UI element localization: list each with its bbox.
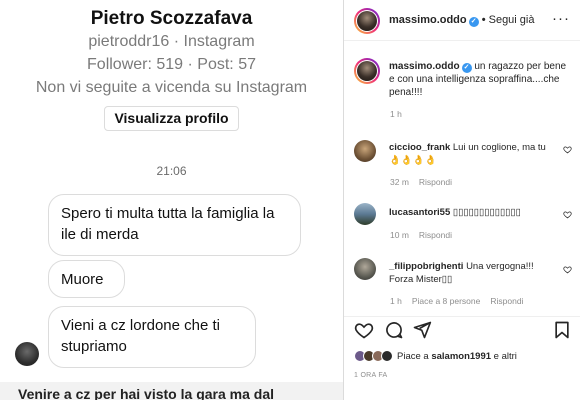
comment-meta: 32 m Rispondi	[390, 177, 462, 187]
caption-time: 1 h	[390, 109, 402, 119]
comment: lucasantori55 ▯▯▯▯▯▯▯▯▯▯▯▯▯	[389, 206, 559, 219]
author-username[interactable]: massimo.oddo	[389, 14, 467, 26]
following-button[interactable]: Segui già	[489, 14, 535, 26]
reply-button[interactable]: Rispondi	[419, 230, 452, 240]
more-options-icon[interactable]: ···	[552, 10, 570, 27]
comment-text: ▯▯▯▯▯▯▯▯▯▯▯▯▯	[452, 207, 521, 218]
caption-avatar[interactable]	[354, 58, 380, 84]
post-panel: massimo.oddo ✓ • Segui già ··· massimo.od…	[344, 0, 580, 400]
chat-profile-relation: Non vi seguite a vicenda su Instagram	[35, 79, 308, 96]
like-comment-icon[interactable]	[563, 210, 572, 219]
comment-username[interactable]: _filippobrighenti	[389, 261, 463, 272]
likes-prefix: Piace a	[397, 351, 432, 362]
comment-icon[interactable]	[384, 320, 404, 340]
post-date: 1 ORA FA	[354, 372, 388, 379]
author-avatar[interactable]	[354, 8, 380, 34]
reply-button[interactable]: Rispondi	[419, 177, 452, 187]
post-header: massimo.oddo ✓ • Segui già ···	[344, 0, 580, 41]
like-comment-icon[interactable]	[563, 145, 572, 154]
chat-profile-name: Pietro Scozzafava	[90, 8, 253, 29]
sender-avatar	[15, 342, 39, 366]
comment-avatar[interactable]	[354, 203, 376, 225]
view-profile-button[interactable]: Visualizza profilo	[104, 106, 239, 131]
comment-time: 10 m	[390, 230, 409, 240]
message-bubble: Spero ti multa tutta la famiglia la ile …	[48, 194, 301, 256]
share-icon[interactable]	[412, 320, 432, 340]
header-separator: •	[481, 14, 486, 26]
post-author: massimo.oddo ✓ • Segui già	[389, 14, 534, 27]
comment-time: 1 h	[390, 296, 402, 306]
cut-message-text: Venire a cz per hai visto la gara ma dal	[18, 386, 275, 400]
verified-badge-icon: ✓	[468, 17, 479, 27]
likes-suffix: e altri	[491, 351, 517, 362]
comment-meta: 10 m Rispondi	[390, 230, 462, 240]
like-heart-icon[interactable]	[354, 320, 374, 340]
message-bubble: Muore	[48, 260, 125, 298]
comment-likes[interactable]: Piace a 8 persone	[412, 296, 481, 306]
comment: ciccioo_frank Lui un coglione, ma tu 👌👌👌…	[389, 141, 559, 167]
comment-time: 32 m	[390, 177, 409, 187]
like-comment-icon[interactable]	[563, 265, 572, 274]
likes-user[interactable]: salamon1991	[431, 351, 491, 362]
reply-button[interactable]: Rispondi	[490, 296, 523, 306]
chat-profile-stats: Follower: 519 · Post: 57	[87, 56, 256, 73]
comment-meta: 1 h Piace a 8 persone Rispondi	[390, 296, 533, 306]
chat-profile-handle: pietroddr16 · Instagram	[88, 33, 255, 50]
comment-username[interactable]: ciccioo_frank	[389, 142, 450, 153]
comment: _filippobrighenti Una vergogna!!! Forza …	[389, 260, 554, 286]
save-bookmark-icon[interactable]	[552, 320, 572, 340]
caption-username[interactable]: massimo.oddo	[389, 61, 460, 72]
comment-username[interactable]: lucasantori55	[389, 207, 450, 218]
verified-badge-icon: ✓	[461, 63, 472, 73]
likes-summary[interactable]: Piace a salamon1991 e altri	[397, 351, 517, 362]
liker-avatar	[381, 350, 393, 362]
post-caption: massimo.oddo ✓ un ragazzo per bene e con …	[389, 60, 574, 99]
comment-avatar[interactable]	[354, 140, 376, 162]
chat-screenshot: Pietro Scozzafava pietroddr16 · Instagra…	[0, 0, 343, 400]
chat-timestamp: 21:06	[156, 164, 187, 178]
comment-avatar[interactable]	[354, 258, 376, 280]
message-bubble: Vieni a cz lordone che ti stupriamo	[48, 306, 256, 368]
